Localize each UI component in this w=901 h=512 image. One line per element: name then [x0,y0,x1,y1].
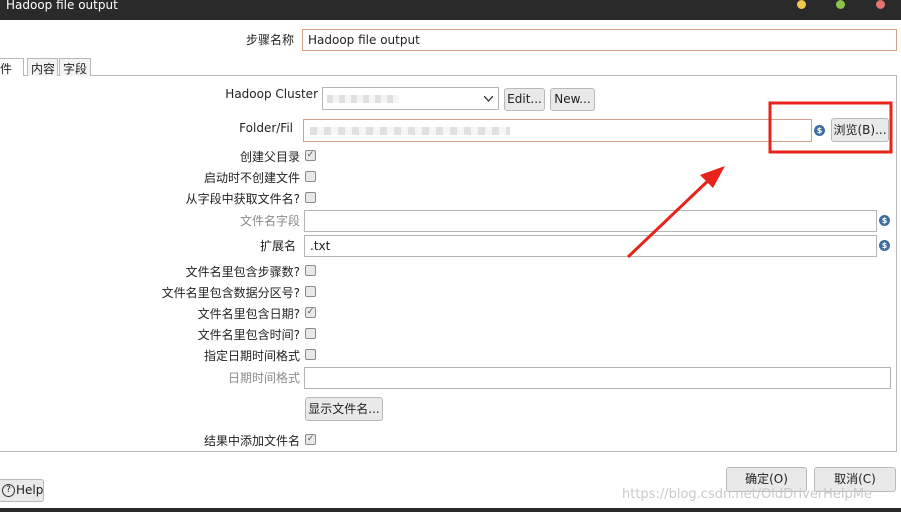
annotation-arrow-shaft [626,174,715,259]
highlight-box [768,101,893,154]
annotation-overlay [626,101,893,259]
